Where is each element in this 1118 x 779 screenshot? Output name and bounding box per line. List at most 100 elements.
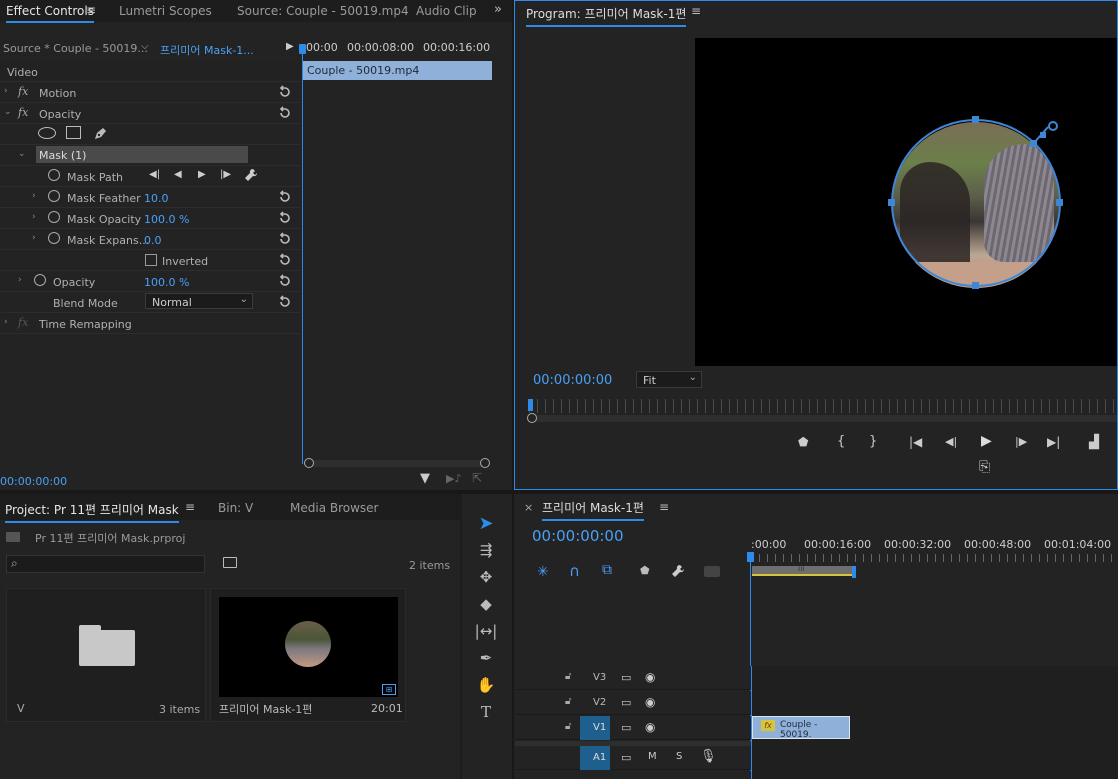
rectangle-mask-icon[interactable] bbox=[66, 126, 81, 139]
fit-select[interactable]: Fit ⌄ bbox=[636, 371, 702, 388]
slip-tool-icon[interactable]: |↔| bbox=[473, 618, 499, 644]
eye-icon[interactable]: ◉ bbox=[645, 695, 655, 709]
track-forward-icon[interactable]: ▶ bbox=[198, 169, 206, 180]
add-marker-icon[interactable]: ⬟ bbox=[798, 435, 808, 449]
chevron-down-icon[interactable]: ⌄ bbox=[4, 107, 12, 117]
scroll-handle-right[interactable] bbox=[480, 458, 490, 468]
track-a1[interactable]: A1 ▭ M S 🎙︎ bbox=[515, 746, 751, 770]
chevron-right-icon[interactable]: › bbox=[4, 317, 8, 327]
track-backward-one-icon[interactable]: ◀| bbox=[149, 169, 160, 180]
chevron-right-icon[interactable]: › bbox=[18, 275, 22, 285]
mask-row[interactable]: ⌄ Mask (1) bbox=[0, 145, 300, 166]
chevron-right-icon[interactable]: › bbox=[32, 233, 36, 243]
reset-icon[interactable] bbox=[278, 190, 292, 204]
project-search-input[interactable]: ⌕ bbox=[6, 555, 205, 573]
toggle-sync-icon[interactable]: ▭ bbox=[621, 671, 631, 684]
program-time-ruler[interactable] bbox=[529, 399, 1117, 413]
overflow-chevron-icon[interactable]: » bbox=[494, 2, 502, 17]
toggle-sync-icon[interactable]: ▭ bbox=[621, 696, 631, 709]
program-timecode[interactable]: 00:00:00:00 bbox=[533, 373, 612, 388]
add-marker-icon[interactable]: ⬟ bbox=[640, 564, 650, 577]
timeline-clip-v1[interactable]: fx Couple - 50019. bbox=[752, 716, 850, 740]
eye-icon[interactable]: ◉ bbox=[645, 670, 655, 684]
timeline-title[interactable]: 프리미어 Mask-1편 bbox=[542, 499, 644, 521]
reset-icon[interactable] bbox=[278, 232, 292, 246]
fx-icon[interactable]: fx bbox=[18, 85, 28, 98]
play-clip-icon[interactable]: ▶ bbox=[286, 41, 294, 52]
timeline-ruler[interactable]: :00:00 00:00:16:00 00:00:32:00 00:00:48:… bbox=[751, 534, 1118, 580]
button-editor-icon[interactable]: ▟ bbox=[1089, 435, 1099, 450]
panel-menu-icon[interactable]: ≡ bbox=[691, 4, 701, 18]
track-v2[interactable]: 🔓︎ V2 ▭ ◉ bbox=[515, 691, 751, 715]
inverted-checkbox[interactable] bbox=[145, 254, 157, 266]
chevron-right-icon[interactable]: › bbox=[32, 212, 36, 222]
tab-effect-controls[interactable]: Effect Controls bbox=[6, 4, 94, 23]
work-area-end-handle[interactable] bbox=[852, 566, 856, 578]
go-to-in-icon[interactable]: |◀ bbox=[909, 435, 922, 449]
tab-source[interactable]: Source: Couple - 50019.mp4 bbox=[237, 4, 409, 18]
mark-in-icon[interactable]: { bbox=[837, 434, 845, 449]
razor-tool-icon[interactable]: ◆ bbox=[473, 591, 499, 617]
filter-icon[interactable]: ▼ bbox=[420, 471, 430, 486]
ripple-edit-tool-icon[interactable]: ✥ bbox=[473, 564, 499, 590]
work-area-bar[interactable]: ııı bbox=[752, 564, 852, 576]
blend-mode-select[interactable]: Normal ⌄ bbox=[145, 293, 253, 309]
captions-icon[interactable] bbox=[704, 566, 720, 577]
wrench-icon[interactable] bbox=[671, 564, 685, 578]
track-forward-one-icon[interactable]: |▶ bbox=[220, 169, 231, 180]
panel-menu-icon[interactable]: ≡ bbox=[185, 500, 195, 514]
reset-icon[interactable] bbox=[278, 253, 292, 267]
step-back-icon[interactable]: ◀| bbox=[945, 435, 957, 448]
timeline-playhead-handle[interactable] bbox=[747, 552, 754, 562]
mark-out-icon[interactable]: } bbox=[869, 434, 877, 449]
track-select-tool-icon[interactable]: ⇶ bbox=[473, 537, 499, 563]
linked-selection-icon[interactable]: ⧉ bbox=[602, 562, 612, 578]
reset-icon[interactable] bbox=[278, 211, 292, 225]
step-forward-icon[interactable]: |▶ bbox=[1015, 435, 1027, 448]
scroll-handle-left[interactable] bbox=[527, 413, 537, 423]
ec-timecode[interactable]: 00:00:00:00 bbox=[0, 475, 67, 488]
ec-playhead[interactable] bbox=[302, 44, 303, 464]
ellipse-mask-icon[interactable] bbox=[38, 127, 56, 139]
track-v1[interactable]: 🔓︎ V1 ▭ ◉ bbox=[515, 716, 751, 740]
stopwatch-icon[interactable] bbox=[48, 169, 60, 181]
lock-icon[interactable]: 🔓︎ bbox=[565, 721, 571, 732]
pen-mask-icon[interactable] bbox=[92, 126, 108, 142]
play-icon[interactable]: ▶ bbox=[981, 433, 992, 449]
scroll-handle-left[interactable] bbox=[304, 458, 314, 468]
ec-timeline-ruler[interactable]: 00:00 00:00:08:00 00:00:16:00 bbox=[302, 38, 492, 60]
pen-tool-icon[interactable]: ✒ bbox=[473, 645, 499, 671]
tab-lumetri-scopes[interactable]: Lumetri Scopes bbox=[119, 4, 212, 18]
mask-path-row[interactable]: Mask Path ◀| ◀ ▶ |▶ bbox=[0, 166, 300, 187]
eye-icon[interactable]: ◉ bbox=[645, 720, 655, 734]
opacity-effect-row[interactable]: ⌄ fx Opacity bbox=[0, 103, 300, 124]
mask-opacity-value[interactable]: 100.0 % bbox=[144, 213, 189, 226]
snap-icon[interactable]: ✳ bbox=[537, 564, 549, 580]
source-label[interactable]: Source * Couple - 50019... bbox=[3, 42, 148, 55]
lock-icon[interactable]: 🔓︎ bbox=[565, 696, 571, 707]
panel-menu-icon[interactable]: ≡ bbox=[86, 3, 96, 17]
solo-button[interactable]: S bbox=[676, 751, 682, 762]
mask-expansion-value[interactable]: 0.0 bbox=[144, 234, 162, 247]
mask-name-field[interactable]: Mask (1) bbox=[36, 146, 248, 163]
mask-feather-row[interactable]: › Mask Feather 10.0 bbox=[0, 187, 300, 208]
stopwatch-icon[interactable] bbox=[34, 274, 46, 286]
track-backward-icon[interactable]: ◀ bbox=[174, 169, 182, 180]
blend-mode-row[interactable]: Blend Mode Normal ⌄ bbox=[0, 292, 300, 313]
bin-item-tile[interactable]: V 3 items bbox=[6, 588, 206, 722]
mask-outline[interactable] bbox=[885, 116, 1065, 296]
hand-tool-icon[interactable]: ✋ bbox=[473, 672, 499, 698]
inverted-row[interactable]: Inverted bbox=[0, 250, 300, 271]
tab-bin-v[interactable]: Bin: V bbox=[218, 501, 253, 515]
tab-audio-clip[interactable]: Audio Clip bbox=[416, 4, 477, 18]
timeline-timecode[interactable]: 00:00:00:00 bbox=[532, 527, 624, 545]
track-v3[interactable]: 🔓︎ V3 ▭ ◉ bbox=[515, 666, 751, 690]
tab-media-browser[interactable]: Media Browser bbox=[290, 501, 378, 515]
program-scroll-track[interactable] bbox=[527, 413, 1117, 423]
export-icon[interactable]: ⇱ bbox=[472, 471, 482, 485]
bin-up-icon[interactable] bbox=[6, 532, 20, 542]
go-to-out-icon[interactable]: ▶| bbox=[1047, 435, 1060, 449]
chevron-right-icon[interactable]: › bbox=[32, 191, 36, 201]
reset-icon[interactable] bbox=[278, 295, 292, 309]
chevron-right-icon[interactable]: › bbox=[4, 86, 8, 96]
